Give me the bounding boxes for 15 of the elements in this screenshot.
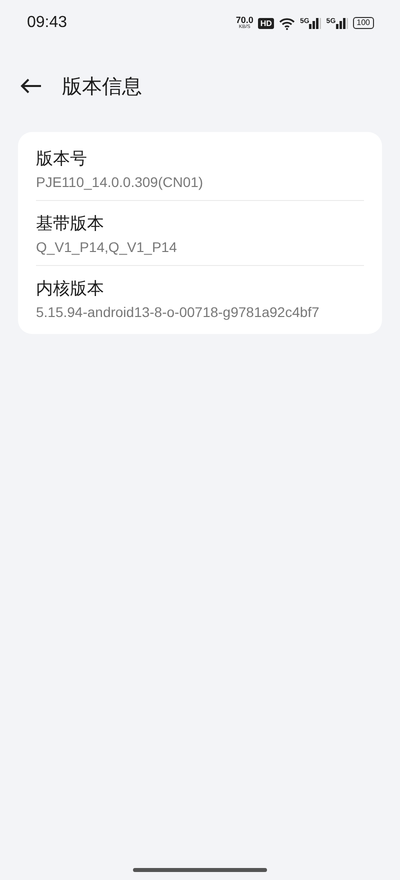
item-value: 5.15.94-android13-8-o-00718-g9781a92c4bf7: [36, 304, 320, 320]
hd-badge: HD: [258, 18, 274, 28]
item-value: Q_V1_P14,Q_V1_P14: [36, 239, 178, 255]
signal-icon: [309, 18, 322, 28]
item-title: 版本号: [36, 148, 88, 170]
page-title: 版本信息: [62, 72, 142, 100]
wifi-icon: [278, 16, 295, 30]
battery-indicator: 100: [352, 17, 374, 29]
status-time: 09:43: [27, 14, 68, 32]
signal-icon: [336, 18, 348, 28]
network-speed: 70.0: [236, 16, 254, 25]
item-value: PJE110_14.0.0.309(CN01): [36, 174, 204, 190]
item-title: 内核版本: [36, 278, 105, 300]
back-arrow-icon[interactable]: [20, 78, 42, 94]
item-title: 基带版本: [36, 213, 105, 235]
